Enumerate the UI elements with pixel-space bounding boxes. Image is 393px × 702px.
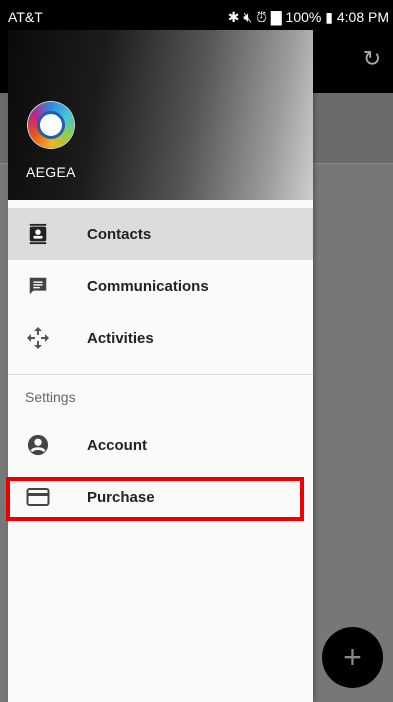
account-circle-icon [25, 432, 51, 458]
drawer-menu: Contacts Communications Activities Setti… [8, 208, 313, 523]
bluetooth-icon: ✱ [227, 9, 240, 25]
drawer-item-communications[interactable]: Communications [8, 260, 313, 312]
move-arrows-icon [25, 325, 51, 351]
drawer-item-label: Activities [87, 329, 154, 347]
drawer-item-label: Communications [87, 277, 209, 295]
refresh-icon[interactable]: ↻ [361, 48, 383, 70]
drawer-item-label: Contacts [87, 225, 152, 243]
plus-icon: + [343, 639, 362, 675]
status-right: ✱ 🔇︎ ⏰︎ ▇ 100% ▮ 4:08 PM [228, 9, 389, 26]
status-bar: AT&T ✱ 🔇︎ ⏰︎ ▇ 100% ▮ 4:08 PM [0, 0, 393, 30]
settings-section-header: Settings [25, 389, 76, 405]
carrier-label: AT&T [8, 9, 43, 25]
alarm-icon: ⏰︎ [256, 9, 267, 25]
drawer-item-contacts[interactable]: Contacts [8, 208, 313, 260]
drawer-header: AEGEA [8, 30, 313, 200]
message-icon [25, 273, 51, 299]
add-fab-button[interactable]: + [322, 627, 383, 688]
aegea-logo [28, 102, 74, 148]
mute-icon: 🔇︎ [243, 9, 253, 25]
clock: 4:08 PM [336, 9, 389, 25]
battery-percent: 100% [285, 9, 322, 25]
purchase-highlight-box [6, 477, 304, 521]
drawer-item-account[interactable]: Account [8, 419, 313, 471]
drawer-item-label: Account [87, 436, 147, 454]
signal-icon: ▇ [270, 9, 282, 25]
contacts-icon [25, 221, 51, 247]
navigation-drawer: AEGEA Contacts Communications Activities… [8, 30, 313, 702]
battery-icon: ▮ [325, 9, 333, 25]
brand-name: AEGEA [26, 164, 76, 180]
drawer-item-activities[interactable]: Activities [8, 312, 313, 364]
